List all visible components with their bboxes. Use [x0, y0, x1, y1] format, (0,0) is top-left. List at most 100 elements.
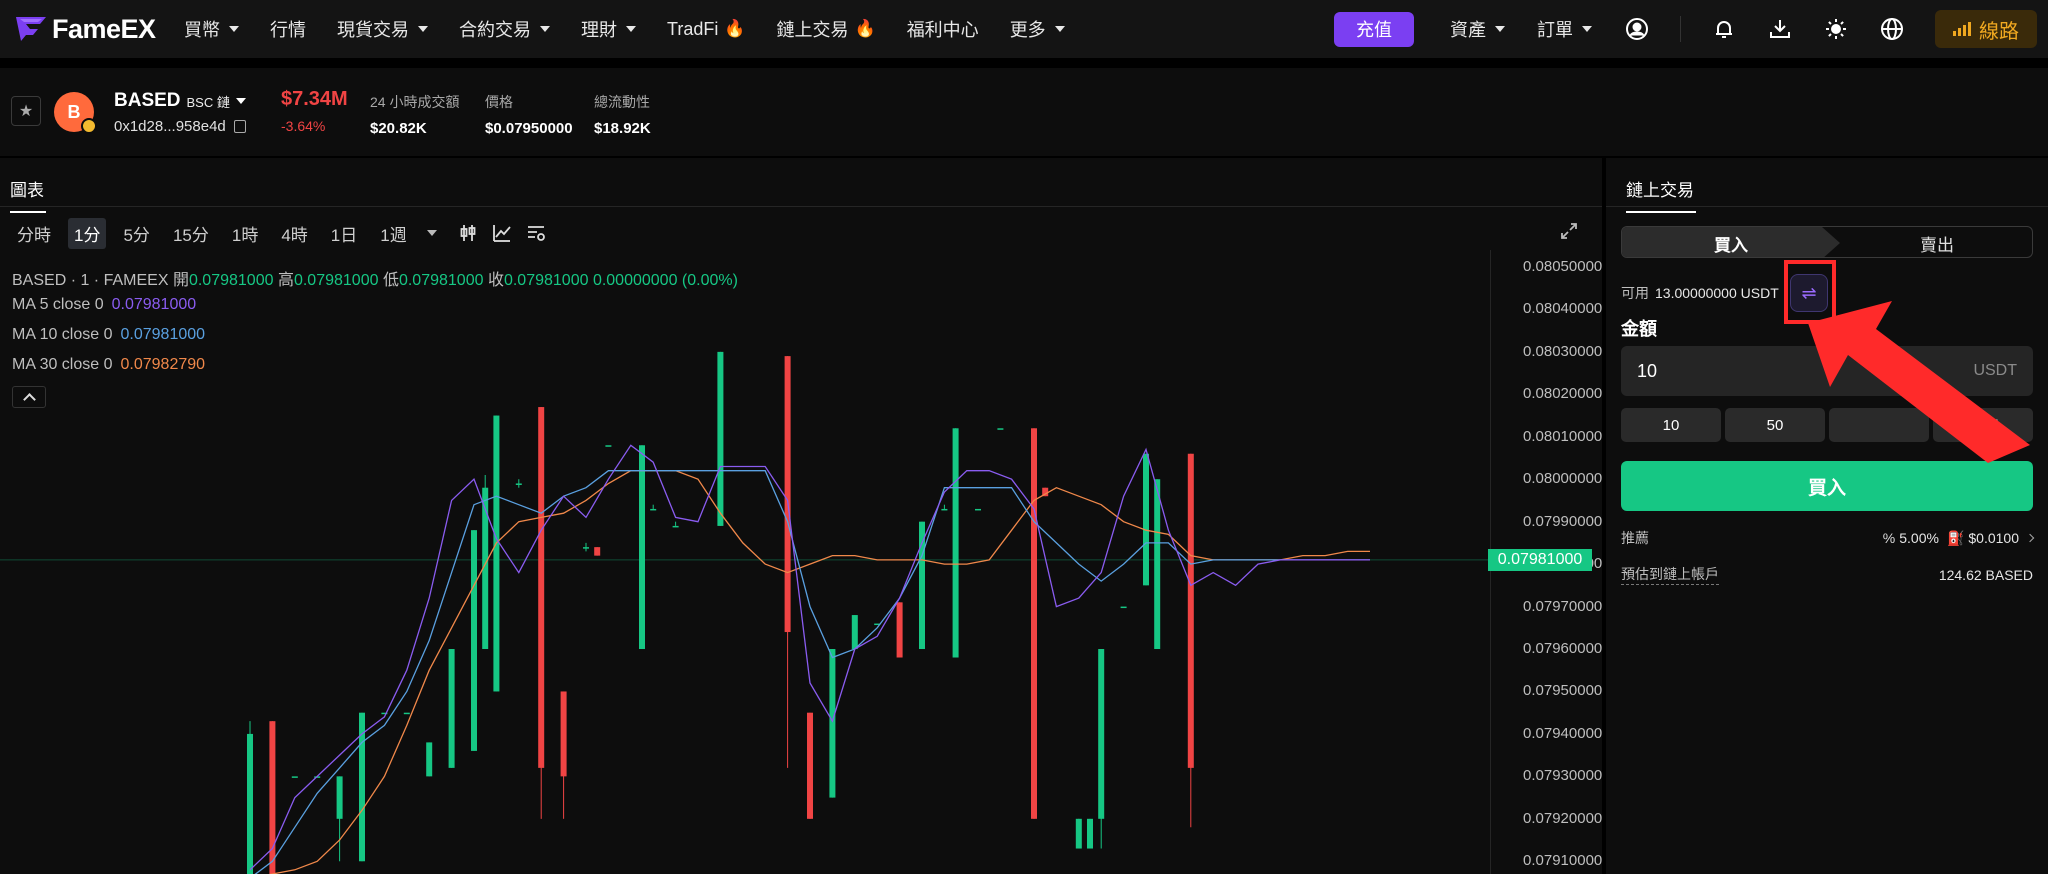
candle-up — [975, 508, 981, 511]
candle-down — [594, 547, 601, 556]
low-value: 0.07981000 — [398, 272, 484, 289]
preset-button[interactable]: 10 — [1621, 408, 1721, 442]
collapse-legend-button[interactable] — [12, 386, 46, 408]
brand-logo[interactable]: FameEX — [14, 14, 184, 45]
y-tick-label: 0.07960000 — [1523, 640, 1603, 658]
open-value: 0.07981000 — [188, 272, 274, 289]
slippage-settings[interactable]: % 5.00% ⛽ $0.0100 — [1883, 528, 2035, 548]
tab-chart[interactable]: 圖表 — [10, 176, 46, 213]
token-name[interactable]: BASED BSC 鏈 — [114, 90, 246, 112]
chevron-down-icon — [540, 26, 550, 32]
nav-item-7[interactable]: 福利中心 — [907, 16, 979, 42]
timeframe-button[interactable]: 5分 — [117, 218, 155, 249]
candle-up — [583, 547, 589, 549]
download-icon[interactable] — [1767, 16, 1793, 42]
candle-up — [829, 649, 836, 798]
candle-up — [493, 415, 500, 692]
candle-up — [403, 712, 410, 715]
chart-panel: 圖表 分時 1分 5分 15分 1時 4時 1日 1週 BASED · 1 · FAMEEX … — [0, 158, 1602, 874]
sell-tab[interactable]: 賣出 — [1840, 227, 2032, 257]
high-label: 高 — [277, 272, 294, 289]
chevron-down-icon — [1582, 26, 1592, 32]
buy-button[interactable]: 買入 — [1621, 461, 2033, 511]
sun-icon[interactable] — [1823, 16, 1849, 42]
candle-up — [426, 742, 433, 777]
timeframe-button[interactable]: 15分 — [167, 218, 215, 249]
candle-up — [941, 508, 948, 511]
timeframe-button[interactable]: 1日 — [325, 218, 363, 249]
price-chart[interactable] — [0, 250, 1490, 874]
copy-icon[interactable] — [233, 120, 246, 133]
ma-value: 0.07981000 — [111, 296, 197, 313]
bell-icon[interactable] — [1711, 16, 1737, 42]
nav-item-8[interactable]: 更多 — [1010, 16, 1065, 42]
timeframe-button[interactable]: 4時 — [275, 218, 313, 249]
candle-down — [784, 356, 791, 633]
nav-item-3[interactable]: 合約交易 — [459, 16, 550, 42]
candle-down — [807, 712, 813, 819]
flame-icon: 🔥 — [854, 19, 876, 38]
nav-item-label: TradFi — [667, 18, 719, 39]
available-balance: 可用 13.00000000 USDT — [1621, 283, 1779, 303]
token-address-text: 0x1d28...958e4d — [114, 118, 226, 135]
tab-onchain-trade[interactable]: 鏈上交易 — [1626, 176, 1696, 213]
y-tick-label: 0.07990000 — [1523, 512, 1603, 530]
chevron-right-icon — [2025, 533, 2035, 543]
chevron-down-icon — [229, 26, 239, 32]
y-tick-label: 0.07920000 — [1523, 809, 1603, 827]
timeframe-button[interactable]: 1週 — [374, 218, 412, 249]
onchain-trade-panel: 鏈上交易 買入 賣出 可用 13.00000000 USDT ⇌ 金額 10 US… — [1606, 158, 2048, 874]
chart-area[interactable] — [0, 250, 1490, 874]
route-label: 線路 — [1979, 20, 2019, 43]
bsc-chain-icon — [81, 118, 97, 134]
star-icon[interactable]: ★ — [11, 96, 41, 126]
available-value: 13.00000000 USDT — [1655, 285, 1779, 301]
assets-menu[interactable]: 資產 — [1450, 16, 1505, 42]
divider — [0, 206, 1602, 207]
candle-up — [919, 521, 925, 650]
candle-down — [1187, 453, 1194, 768]
token-header: ★ B BASED BSC 鏈 0x1d28...958e4d $7.34M -… — [0, 68, 2048, 156]
candle-up — [605, 445, 612, 447]
stat-label: 總流動性 — [594, 94, 650, 110]
token-logo: B — [54, 92, 97, 134]
y-tick-label: 0.08040000 — [1523, 300, 1603, 318]
close-label: 收 — [487, 272, 504, 289]
open-label: 開 — [172, 272, 189, 289]
buy-tab[interactable]: 買入 — [1622, 227, 1840, 257]
timeframe-button[interactable]: 1分 — [68, 217, 107, 249]
ma-value: 0.07982790 — [120, 356, 206, 373]
nav-item-label: 理財 — [581, 20, 617, 40]
indicator-icon[interactable] — [491, 222, 513, 244]
ma10-legend: MA 10 close 0 0.07981000 — [12, 326, 205, 344]
ma5-legend: MA 5 close 0 0.07981000 — [12, 296, 196, 314]
route-button[interactable]: 線路 — [1935, 10, 2037, 48]
timeframe-button[interactable]: 1時 — [226, 218, 264, 249]
market-cap: $7.34M — [281, 88, 348, 110]
candle-down — [896, 602, 903, 658]
candle-type-icon[interactable] — [457, 222, 479, 244]
ohlc-legend: BASED · 1 · FAMEEX 開0.07981000 高0.079810… — [12, 266, 738, 290]
fullscreen-icon[interactable] — [1560, 222, 1580, 242]
nav-item-1[interactable]: 行情 — [270, 16, 306, 42]
candle-up — [717, 351, 724, 526]
nav-item-2[interactable]: 現貨交易 — [337, 16, 428, 42]
stat-liquidity: 總流動性 $18.92K — [594, 92, 651, 137]
nav-item-4[interactable]: 理財 — [581, 16, 636, 42]
candle-up — [336, 776, 343, 819]
deposit-button[interactable]: 充值 — [1334, 11, 1414, 47]
timeframe-button[interactable]: 分時 — [11, 218, 57, 249]
nav-item-6[interactable]: 鏈上交易 🔥 — [777, 16, 876, 42]
chevron-down-icon[interactable] — [426, 230, 437, 236]
nav-item-0[interactable]: 買幣 — [184, 16, 239, 42]
buy-sell-switch: 買入 賣出 — [1621, 226, 2033, 258]
globe-icon[interactable] — [1879, 16, 1905, 42]
chart-toolbar: 分時 1分 5分 15分 1時 4時 1日 1週 — [0, 217, 559, 249]
ma-value: 0.07981000 — [120, 326, 206, 343]
orders-menu[interactable]: 訂單 — [1537, 16, 1592, 42]
y-tick-label: 0.07970000 — [1523, 597, 1603, 615]
chain-selector[interactable]: BSC 鏈 — [187, 92, 246, 111]
settings-list-icon[interactable] — [525, 222, 547, 244]
nav-item-5[interactable]: TradFi 🔥 — [667, 19, 746, 40]
user-icon[interactable] — [1624, 16, 1650, 42]
